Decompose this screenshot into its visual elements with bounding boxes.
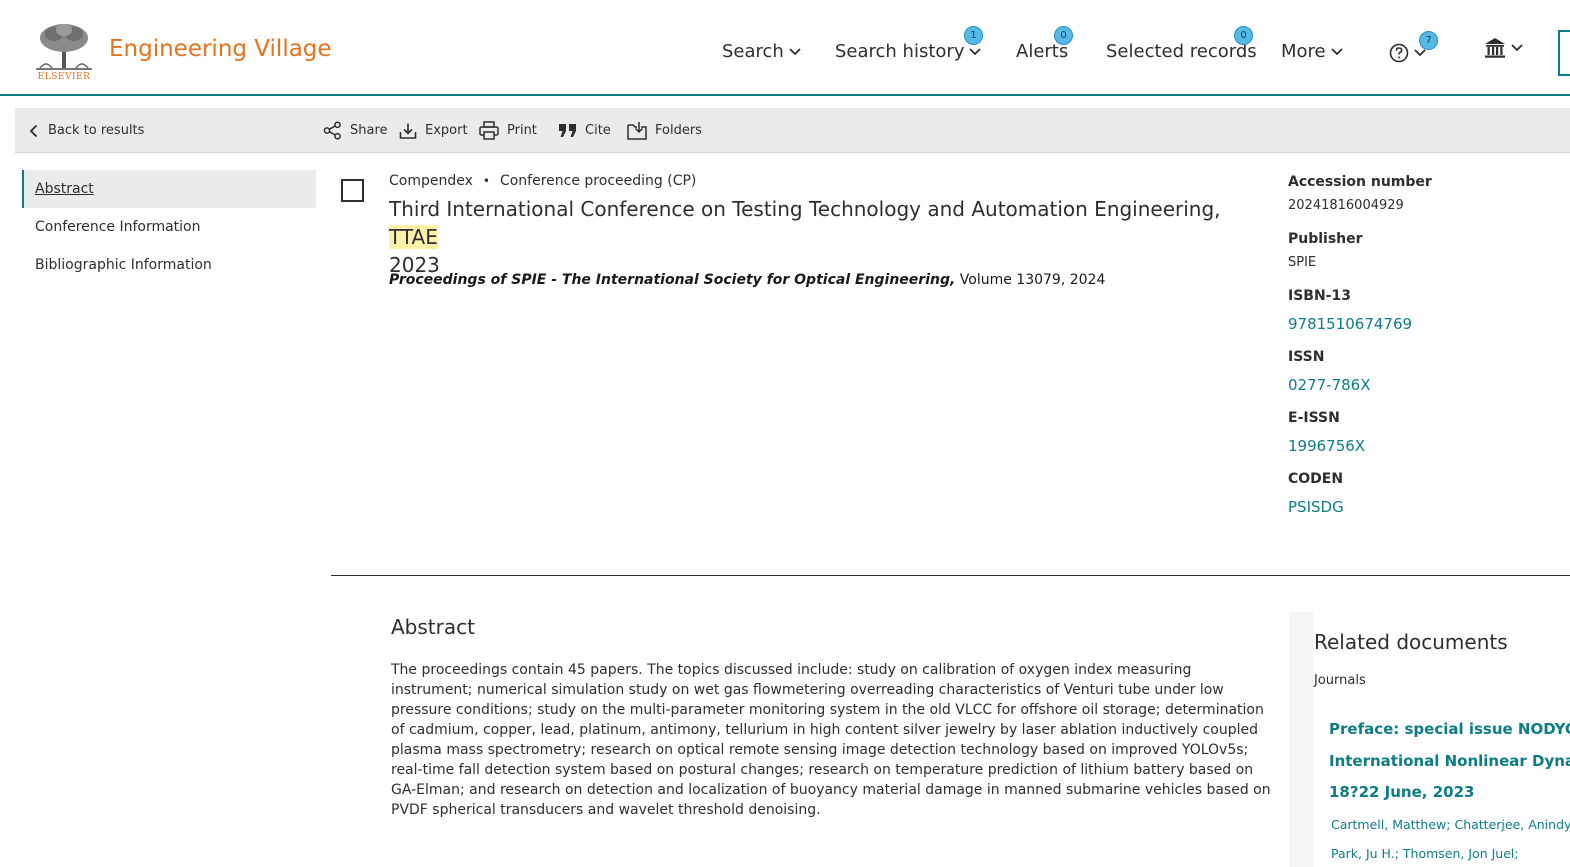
print-icon xyxy=(479,121,499,140)
eissn-label: E-ISSN xyxy=(1288,410,1340,426)
coden-link[interactable]: PSISDG xyxy=(1288,495,1570,519)
chevron-down-icon xyxy=(1330,47,1343,55)
source-line: Proceedings of SPIE - The International … xyxy=(389,272,1105,288)
related-title-line: International Nonlinear Dynam xyxy=(1329,751,1570,770)
select-record-checkbox[interactable] xyxy=(341,179,364,202)
nav-institution[interactable] xyxy=(1484,37,1524,59)
chevron-down-icon xyxy=(1511,44,1523,52)
accession-value: 20241816004929 xyxy=(1288,198,1404,213)
elsevier-logo[interactable]: ELSEVIER xyxy=(36,22,92,84)
nav-help[interactable]: 7 xyxy=(1389,31,1438,63)
accession-label: Accession number xyxy=(1288,174,1432,190)
eissn-block: E-ISSN 1996756X xyxy=(1288,408,1570,458)
nav-label: More xyxy=(1281,41,1326,62)
publisher-value: SPIE xyxy=(1288,255,1317,270)
related-authors: Cartmell, Matthew; Chatterjee, Anindya; … xyxy=(1331,810,1570,867)
selected-count-badge: 0 xyxy=(1234,26,1253,45)
share-label: Share xyxy=(350,123,388,138)
record-meta: Compendex • Conference proceeding (CP) xyxy=(389,173,696,189)
isbn-block: ISBN-13 9781510674769 xyxy=(1288,286,1570,336)
logo-text: ELSEVIER xyxy=(37,72,91,82)
cite-icon xyxy=(559,123,576,137)
nav-label: Selected records xyxy=(1106,41,1257,62)
source-volume: Volume 13079, 2024 xyxy=(955,272,1106,288)
section-nav: Abstract Conference Information Bibliogr… xyxy=(22,170,316,284)
sidebar-item-conference-information[interactable]: Conference Information xyxy=(22,208,316,246)
brand-title[interactable]: Engineering Village xyxy=(109,36,332,62)
author-link[interactable]: Chatterjee, Anindya; xyxy=(1454,817,1570,832)
author-link[interactable]: Thomsen, Jon Juel; xyxy=(1403,846,1519,861)
cite-label: Cite xyxy=(585,123,611,138)
record-details: Accession number 20241816004929 Publishe… xyxy=(1288,172,1570,530)
publisher-label: Publisher xyxy=(1288,231,1363,247)
nav-label: Search history xyxy=(835,41,965,62)
database-name: Compendex xyxy=(389,173,473,189)
publisher-block: Publisher SPIE xyxy=(1288,229,1570,275)
document-type: Conference proceeding (CP) xyxy=(499,173,697,189)
elsevier-tree-icon xyxy=(36,22,92,72)
nav-label: Search xyxy=(722,41,784,62)
record-title: Third International Conference on Testin… xyxy=(389,195,1239,279)
section-divider xyxy=(331,575,1570,576)
sidebar-item-abstract[interactable]: Abstract xyxy=(22,170,316,208)
print-label: Print xyxy=(507,123,537,138)
related-heading: Related documents xyxy=(1314,630,1508,654)
export-label: Export xyxy=(425,123,468,138)
related-title-line: 18?22 June, 2023 xyxy=(1329,783,1475,801)
share-button[interactable]: Share xyxy=(323,108,388,153)
print-button[interactable]: Print xyxy=(479,108,537,153)
chevron-down-icon xyxy=(789,47,801,55)
coden-block: CODEN PSISDG xyxy=(1288,469,1570,519)
related-documents-panel: Related documents Journals Preface: spec… xyxy=(1289,612,1570,867)
export-button[interactable]: Export xyxy=(399,108,468,153)
issn-label: ISSN xyxy=(1288,349,1325,365)
chevron-down-icon xyxy=(969,47,982,55)
back-label: Back to results xyxy=(48,123,145,138)
folders-button[interactable]: Folders xyxy=(627,108,702,153)
cite-button[interactable]: Cite xyxy=(558,108,611,153)
help-icon xyxy=(1389,43,1409,63)
back-to-results-button[interactable]: Back to results xyxy=(28,108,144,153)
author-link[interactable]: Cartmell, Matthew; xyxy=(1331,817,1450,832)
nav-more[interactable]: More xyxy=(1281,41,1344,62)
alerts-count-badge: 0 xyxy=(1054,26,1073,45)
cut-off-header-button[interactable] xyxy=(1558,30,1570,76)
folder-icon xyxy=(627,122,647,140)
nav-alerts[interactable]: Alerts 0 xyxy=(1016,26,1073,62)
help-count-badge: 7 xyxy=(1419,31,1438,50)
coden-label: CODEN xyxy=(1288,471,1344,487)
author-link[interactable]: Park, Ju H.; xyxy=(1331,846,1399,861)
institution-icon xyxy=(1485,38,1505,58)
nav-search[interactable]: Search xyxy=(722,41,802,62)
isbn-label: ISBN-13 xyxy=(1288,288,1351,304)
related-document-link[interactable]: Preface: special issue NODYCON Internati… xyxy=(1329,714,1570,809)
top-header: ELSEVIER Engineering Village Search Sear… xyxy=(0,0,1570,96)
export-icon xyxy=(399,123,417,139)
title-highlight: TTAE xyxy=(389,225,438,249)
history-count-badge: 1 xyxy=(964,26,983,45)
chevron-left-icon xyxy=(29,124,38,137)
related-subheading: Journals xyxy=(1314,673,1366,688)
issn-link[interactable]: 0277-786X xyxy=(1288,373,1570,397)
source-publication: Proceedings of SPIE - The International … xyxy=(389,272,956,288)
title-main: Third International Conference on Testin… xyxy=(389,197,1221,221)
accession-block: Accession number 20241816004929 xyxy=(1288,172,1570,218)
issn-block: ISSN 0277-786X xyxy=(1288,347,1570,397)
nav-search-history[interactable]: Search history 1 xyxy=(835,26,983,62)
eissn-link[interactable]: 1996756X xyxy=(1288,434,1570,458)
folders-label: Folders xyxy=(655,123,702,138)
separator-dot: • xyxy=(482,174,490,188)
sidebar-item-bibliographic-information[interactable]: Bibliographic Information xyxy=(22,246,316,284)
record-toolbar: Back to results Share Export Print Cite xyxy=(15,108,1570,153)
isbn-link[interactable]: 9781510674769 xyxy=(1288,312,1570,336)
nav-selected-records[interactable]: Selected records 0 xyxy=(1106,26,1257,62)
abstract-text: The proceedings contain 45 papers. The t… xyxy=(391,662,1271,818)
abstract-heading: Abstract xyxy=(391,615,475,639)
related-title-line: Preface: special issue NODYCON xyxy=(1329,720,1570,738)
share-icon xyxy=(323,121,341,140)
